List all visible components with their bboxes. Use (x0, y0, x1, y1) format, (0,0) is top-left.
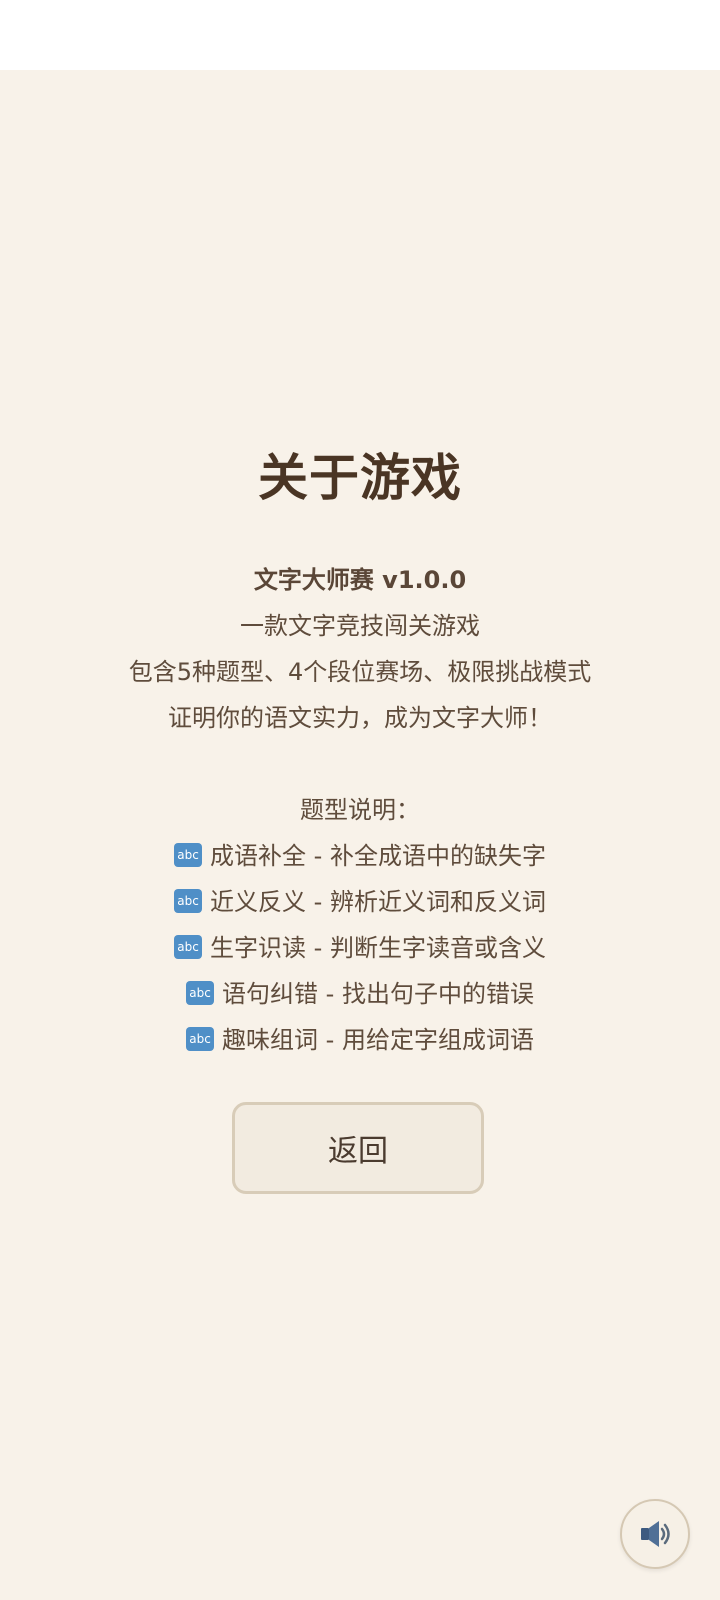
abc-icon: abc (174, 889, 203, 913)
intro-line-1: 一款文字竞技闯关游戏 (240, 612, 480, 640)
back-button[interactable]: 返回 (232, 1102, 484, 1194)
abc-icon: abc (186, 981, 215, 1005)
type-item-correction: abc 语句纠错 - 找出句子中的错误 (0, 971, 720, 1017)
abc-icon: abc (174, 935, 203, 959)
type-item-label: 趣味组词 - 用给定字组成词语 (222, 1026, 534, 1054)
page-title: 关于游戏 (258, 449, 462, 507)
type-item-synonym: abc 近义反义 - 辨析近义词和反义词 (0, 879, 720, 925)
sound-toggle-button[interactable] (620, 1499, 690, 1569)
intro-line-3: 证明你的语文实力，成为文字大师！ (168, 704, 552, 732)
status-bar-area (0, 0, 720, 70)
version-line: 文字大师赛 v1.0.0 (253, 566, 467, 594)
type-item-label: 成语补全 - 补全成语中的缺失字 (210, 842, 546, 870)
types-header: 题型说明： (300, 796, 420, 824)
type-item-wordgroup: abc 趣味组词 - 用给定字组成词语 (0, 1017, 720, 1063)
type-item-label: 近义反义 - 辨析近义词和反义词 (210, 888, 546, 916)
type-item-label: 生字识读 - 判断生字读音或含义 (210, 934, 546, 962)
speaker-icon (641, 1521, 670, 1547)
about-content: 文字大师赛 v1.0.0 一款文字竞技闯关游戏 包含5种题型、4个段位赛场、极限… (0, 557, 720, 1063)
back-button-label: 返回 (328, 1134, 388, 1169)
type-item-label: 语句纠错 - 找出句子中的错误 (222, 980, 534, 1008)
intro-line-2: 包含5种题型、4个段位赛场、极限挑战模式 (128, 658, 592, 686)
type-item-idiom: abc 成语补全 - 补全成语中的缺失字 (0, 833, 720, 879)
abc-icon: abc (174, 843, 203, 867)
abc-icon: abc (186, 1027, 215, 1051)
type-item-character: abc 生字识读 - 判断生字读音或含义 (0, 925, 720, 971)
